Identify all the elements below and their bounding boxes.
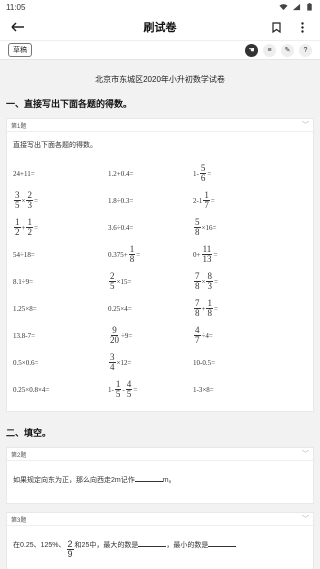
question-number: 第2题: [11, 452, 27, 459]
fraction: 25: [109, 271, 116, 291]
list-icon: ≡: [267, 46, 272, 54]
calc-item: 0.375+ 1 8 =: [108, 244, 141, 264]
section-title-2: 二、填空。: [6, 428, 52, 438]
fraction: 45: [125, 379, 133, 399]
fraction: 15: [114, 379, 122, 399]
tool-bar: 草稿 ☚ ≡ ✎ ?: [0, 40, 320, 60]
calc-item: 54÷18=: [13, 250, 35, 259]
calc-item: 1.8÷0.3=: [108, 196, 134, 205]
back-button[interactable]: [8, 17, 28, 37]
section-title-1: 一、直接写出下面各题的得数。: [6, 99, 133, 109]
fraction: 23: [26, 190, 33, 210]
calc-item: 2 5 ×15=: [109, 271, 132, 291]
calc-item: 2- 1 1 7 =: [193, 190, 215, 210]
calc-item: 0.5×0.6=: [13, 358, 39, 367]
pen-tool-button[interactable]: ✎: [281, 43, 294, 57]
status-bar: 11:05: [0, 0, 320, 14]
wifi-icon: [279, 4, 288, 11]
pencil-icon: ✎: [284, 47, 291, 54]
fraction: 47: [194, 325, 201, 345]
question-number: 第1题: [11, 123, 27, 130]
question-icon: ?: [303, 46, 308, 54]
fraction: 58: [194, 217, 201, 237]
fraction: 56: [199, 163, 207, 183]
signal-icon: [292, 3, 301, 11]
calc-item: 1.2+0.4=: [108, 169, 134, 178]
question-text-part: m。: [162, 477, 176, 484]
more-button[interactable]: [292, 17, 312, 37]
fraction: 78: [194, 271, 201, 291]
chevron-down-icon[interactable]: ﹀: [302, 120, 309, 130]
calc-item: 0.25×0.8×4=: [13, 385, 50, 394]
help-button[interactable]: ?: [299, 43, 312, 57]
fraction: 12: [14, 217, 21, 237]
status-time: 11:05: [6, 2, 26, 12]
bookmark-icon: [271, 21, 281, 33]
arrow-left-icon: [11, 22, 24, 32]
calc-item: 13.8-7=: [13, 331, 36, 340]
calc-item: 1 2 +1 2 =: [14, 217, 38, 237]
calc-item: 3 5 × 2 3 =: [14, 190, 38, 210]
calc-item: 0+ 11 13 =: [193, 244, 218, 264]
calc-item: 7 8 +1 8 =: [194, 298, 218, 318]
question-card-2[interactable]: 第2题 ﹀ 如果规定向东为正，那么向西走2m记作 m。: [6, 447, 314, 504]
fraction: 29: [66, 539, 74, 559]
answer-blank[interactable]: [208, 546, 237, 547]
calc-item: 1.25×8=: [13, 304, 37, 313]
battery-icon: [307, 3, 312, 11]
fraction: 17: [203, 190, 210, 210]
calc-item: 0.25×4=: [108, 304, 132, 313]
calc-item: 4 7 ÷4=: [194, 325, 213, 345]
calc-item: 3 4 ×12=: [109, 352, 132, 372]
paper-content[interactable]: 北京市东城区2020年小升初数学试卷 一、直接写出下面各题的得数。 第1题 ﹀ …: [0, 62, 320, 569]
calc-item: 10-0.5=: [193, 358, 216, 367]
hand-icon: ☚: [248, 47, 255, 54]
calc-grid: 24+11= 1.2+0.4= 1- 5 6 = 3 5 × 2 3 = 1.8÷0.3= 2- 1 1 7 = 1…: [13, 160, 307, 403]
question-header: 第1题 ﹀: [7, 119, 313, 132]
calc-item: 7 8 × 8 3 =: [194, 271, 218, 291]
fraction: 83: [206, 271, 213, 291]
fraction: 11 13: [201, 244, 213, 264]
question-header: 第3题 ﹀: [7, 513, 313, 526]
question-text-part: 如果规定向东为正，那么向西走2m记作: [13, 477, 135, 484]
status-icons: [279, 3, 314, 11]
question-text: 如果规定向东为正，那么向西走2m记作 m。: [13, 469, 307, 495]
paper-title: 北京市东城区2020年小升初数学试卷: [95, 75, 225, 84]
question-header: 第2题 ﹀: [7, 448, 313, 461]
draft-button[interactable]: 草稿: [8, 43, 32, 57]
answer-blank[interactable]: [138, 546, 167, 547]
question-text: 在0.25、125%、 2 9 和25中，最大的数是 ，最小的数是: [13, 534, 307, 569]
question-number: 第3题: [11, 517, 27, 524]
calc-item: 1- 5 6 =: [193, 163, 212, 183]
fraction: 35: [14, 190, 21, 210]
fraction: 34: [109, 352, 116, 372]
calc-item: 24+11=: [13, 169, 35, 178]
calc-item: 1-3×8=: [193, 385, 214, 394]
question-text-part: ，最小的数是: [166, 542, 209, 549]
fraction: 9 20: [110, 325, 119, 345]
question-card-1[interactable]: 第1题 ﹀ 直接写出下面各题的得数。 24+11= 1.2+0.4= 1- 5 6 = 3 5…: [6, 118, 314, 412]
more-vertical-icon: [300, 21, 304, 33]
question-instruction: 直接写出下面各题的得数。: [13, 142, 97, 149]
answer-blank[interactable]: [134, 481, 163, 482]
calc-item: 1- 1 5-4 5 =: [108, 379, 138, 399]
list-tool-button[interactable]: ≡: [263, 43, 276, 57]
bookmark-button[interactable]: [266, 17, 286, 37]
fraction: 12: [26, 217, 33, 237]
fraction: 78: [194, 298, 201, 318]
fraction: 18: [128, 244, 136, 264]
calc-item: 8.1÷9=: [13, 277, 34, 286]
calc-item: 3.6÷0.4=: [108, 223, 134, 232]
calc-item: 5 8 ×16=: [194, 217, 217, 237]
app-header: 刷试卷: [0, 14, 320, 40]
chevron-down-icon[interactable]: ﹀: [302, 449, 309, 459]
chevron-down-icon[interactable]: ﹀: [302, 514, 309, 524]
pointer-tool-button[interactable]: ☚: [245, 43, 258, 57]
calc-item: 9 20 ÷9=: [110, 325, 133, 345]
fraction: 18: [206, 298, 213, 318]
question-card-3[interactable]: 第3题 ﹀ 在0.25、125%、 2 9 和25中，最大的数是 ，最小的数是: [6, 512, 314, 569]
